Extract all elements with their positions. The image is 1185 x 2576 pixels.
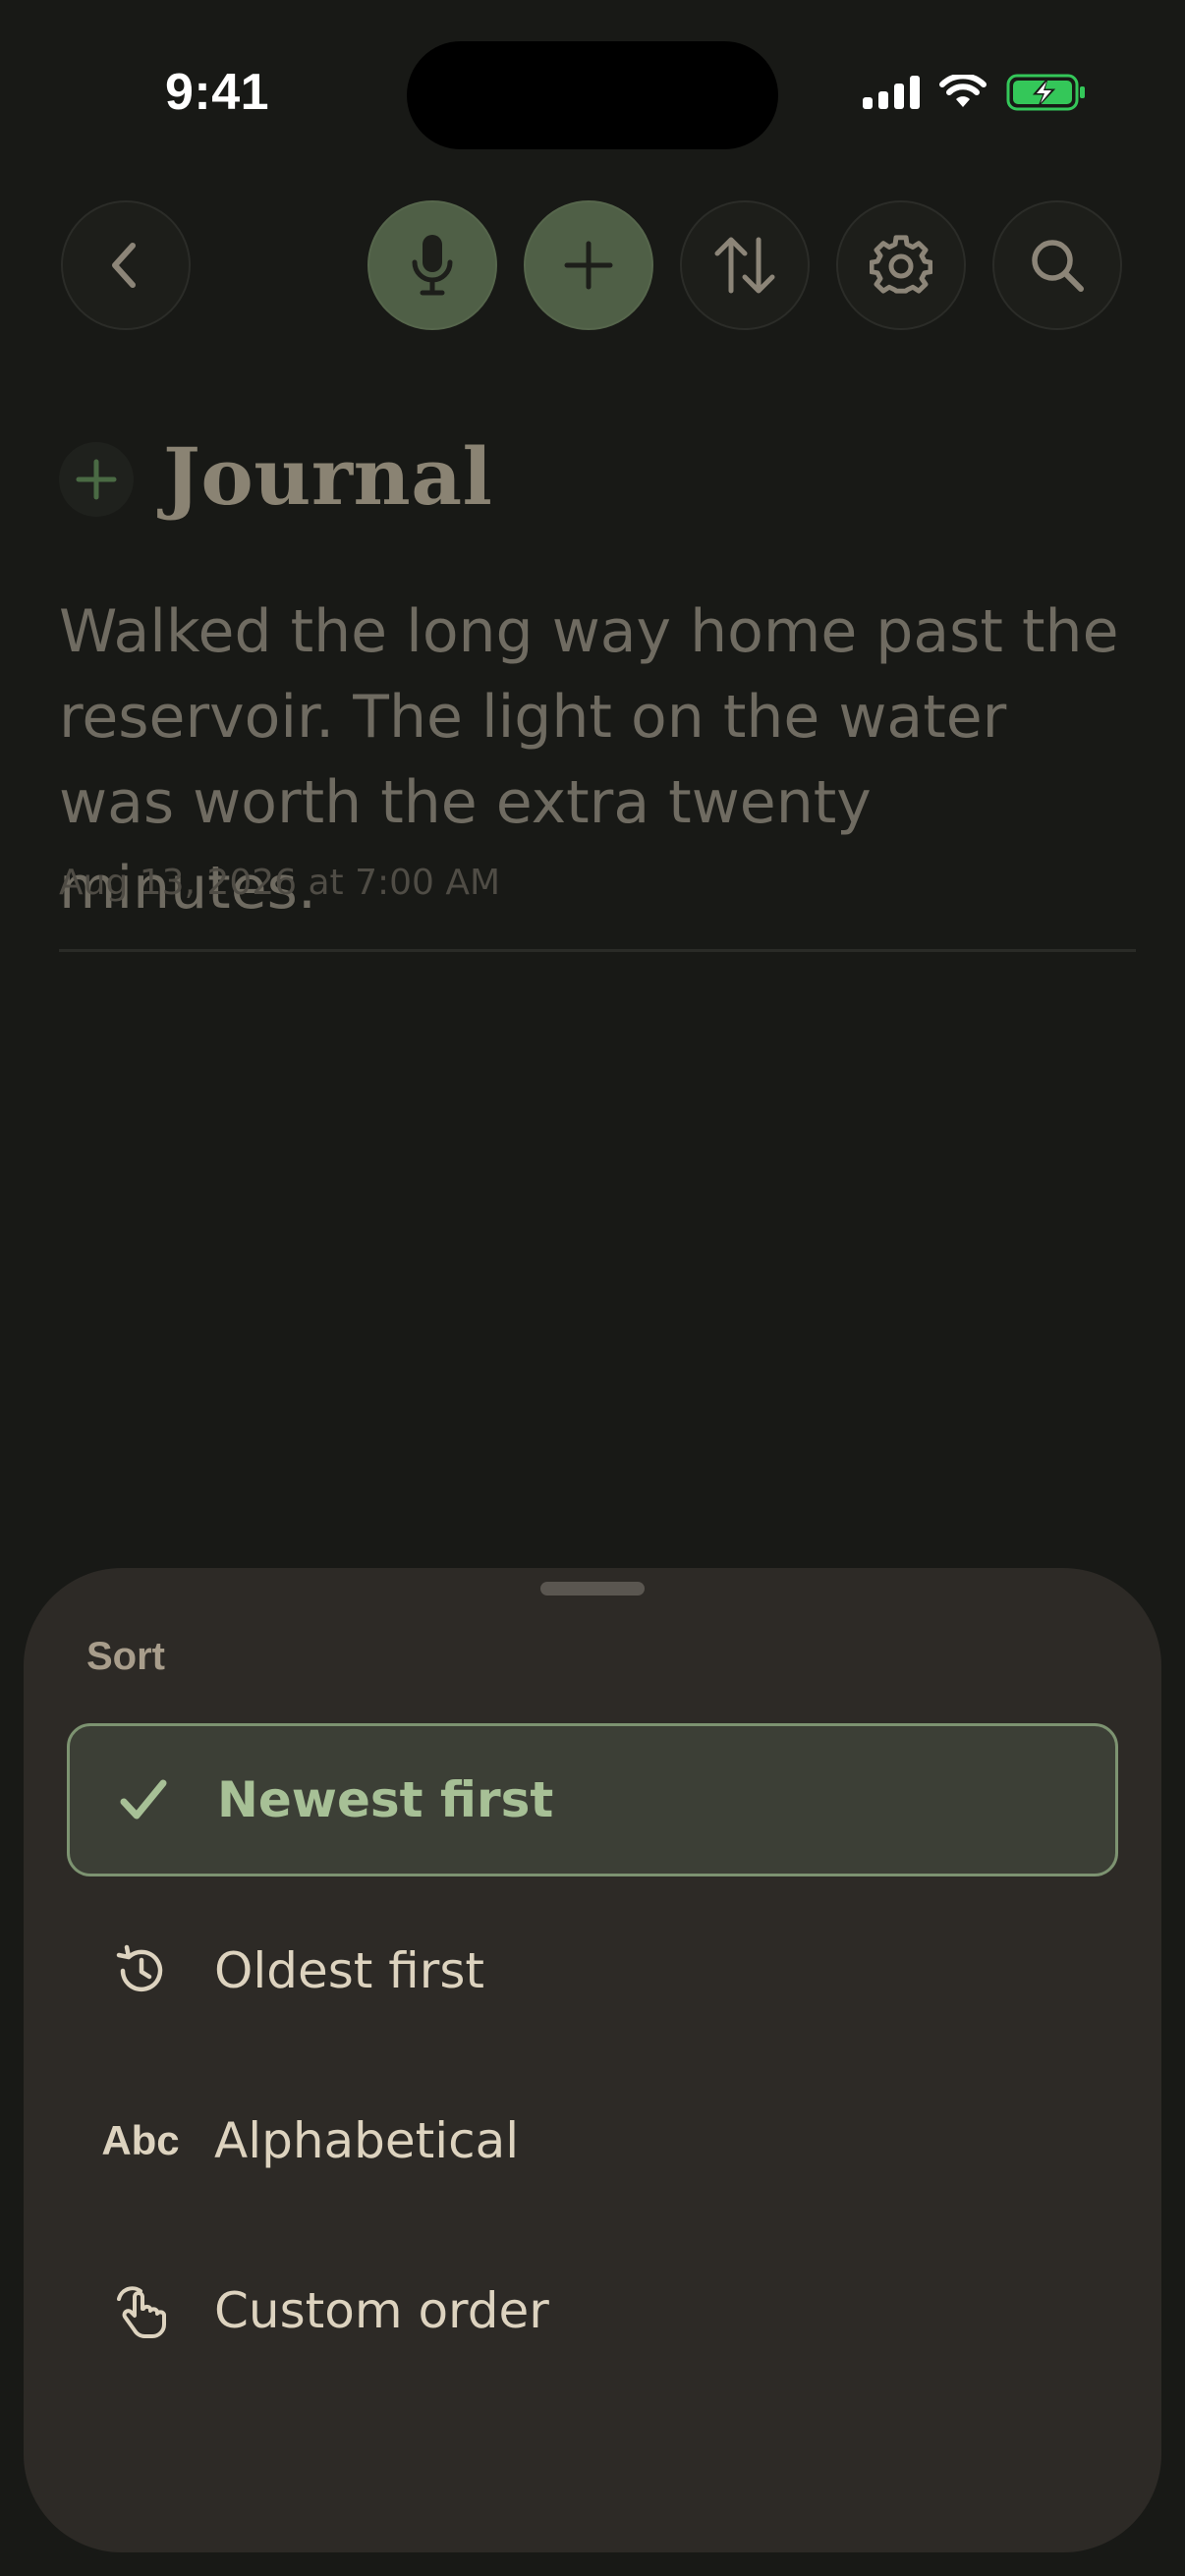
sheet-grabber[interactable] xyxy=(540,1582,645,1596)
sort-bottom-sheet: Sort Newest first Oldest first Abc Alpha… xyxy=(24,1568,1161,2552)
sheet-title: Sort xyxy=(86,1635,165,1678)
sort-option-label: Oldest first xyxy=(214,1942,484,1999)
sort-button[interactable] xyxy=(680,200,810,330)
add-to-journal-button[interactable] xyxy=(59,442,134,517)
sort-option-newest-first[interactable]: Newest first xyxy=(67,1723,1118,1876)
search-button[interactable] xyxy=(992,200,1122,330)
checkmark-icon xyxy=(120,1779,167,1820)
history-clock-icon xyxy=(116,1944,163,1992)
abc-icon: Abc xyxy=(101,2117,180,2163)
sort-arrows-icon xyxy=(714,237,775,294)
sort-option-label: Newest first xyxy=(217,1771,554,1828)
journal-entry-date: Aug 13, 2026 at 7:00 AM xyxy=(59,863,501,903)
microphone-icon xyxy=(412,235,453,296)
settings-button[interactable] xyxy=(836,200,966,330)
sort-option-label: Alphabetical xyxy=(214,2112,520,2169)
plus-icon xyxy=(76,459,117,500)
voice-record-button[interactable] xyxy=(367,200,497,330)
sort-option-label: Custom order xyxy=(214,2282,549,2339)
divider xyxy=(59,949,1136,952)
page-title: Journal xyxy=(163,430,493,523)
hand-tap-icon xyxy=(117,2286,166,2338)
plus-icon xyxy=(564,241,613,290)
sort-option-alphabetical[interactable]: Abc Alphabetical xyxy=(67,2064,1118,2217)
sort-option-oldest-first[interactable]: Oldest first xyxy=(67,1894,1118,2047)
search-icon xyxy=(1032,240,1084,292)
top-toolbar xyxy=(0,0,1185,393)
add-entry-button[interactable] xyxy=(524,200,653,330)
chevron-left-icon xyxy=(112,243,136,288)
sort-option-custom-order[interactable]: Custom order xyxy=(67,2234,1118,2387)
gear-icon xyxy=(870,235,932,294)
back-button[interactable] xyxy=(61,200,191,330)
